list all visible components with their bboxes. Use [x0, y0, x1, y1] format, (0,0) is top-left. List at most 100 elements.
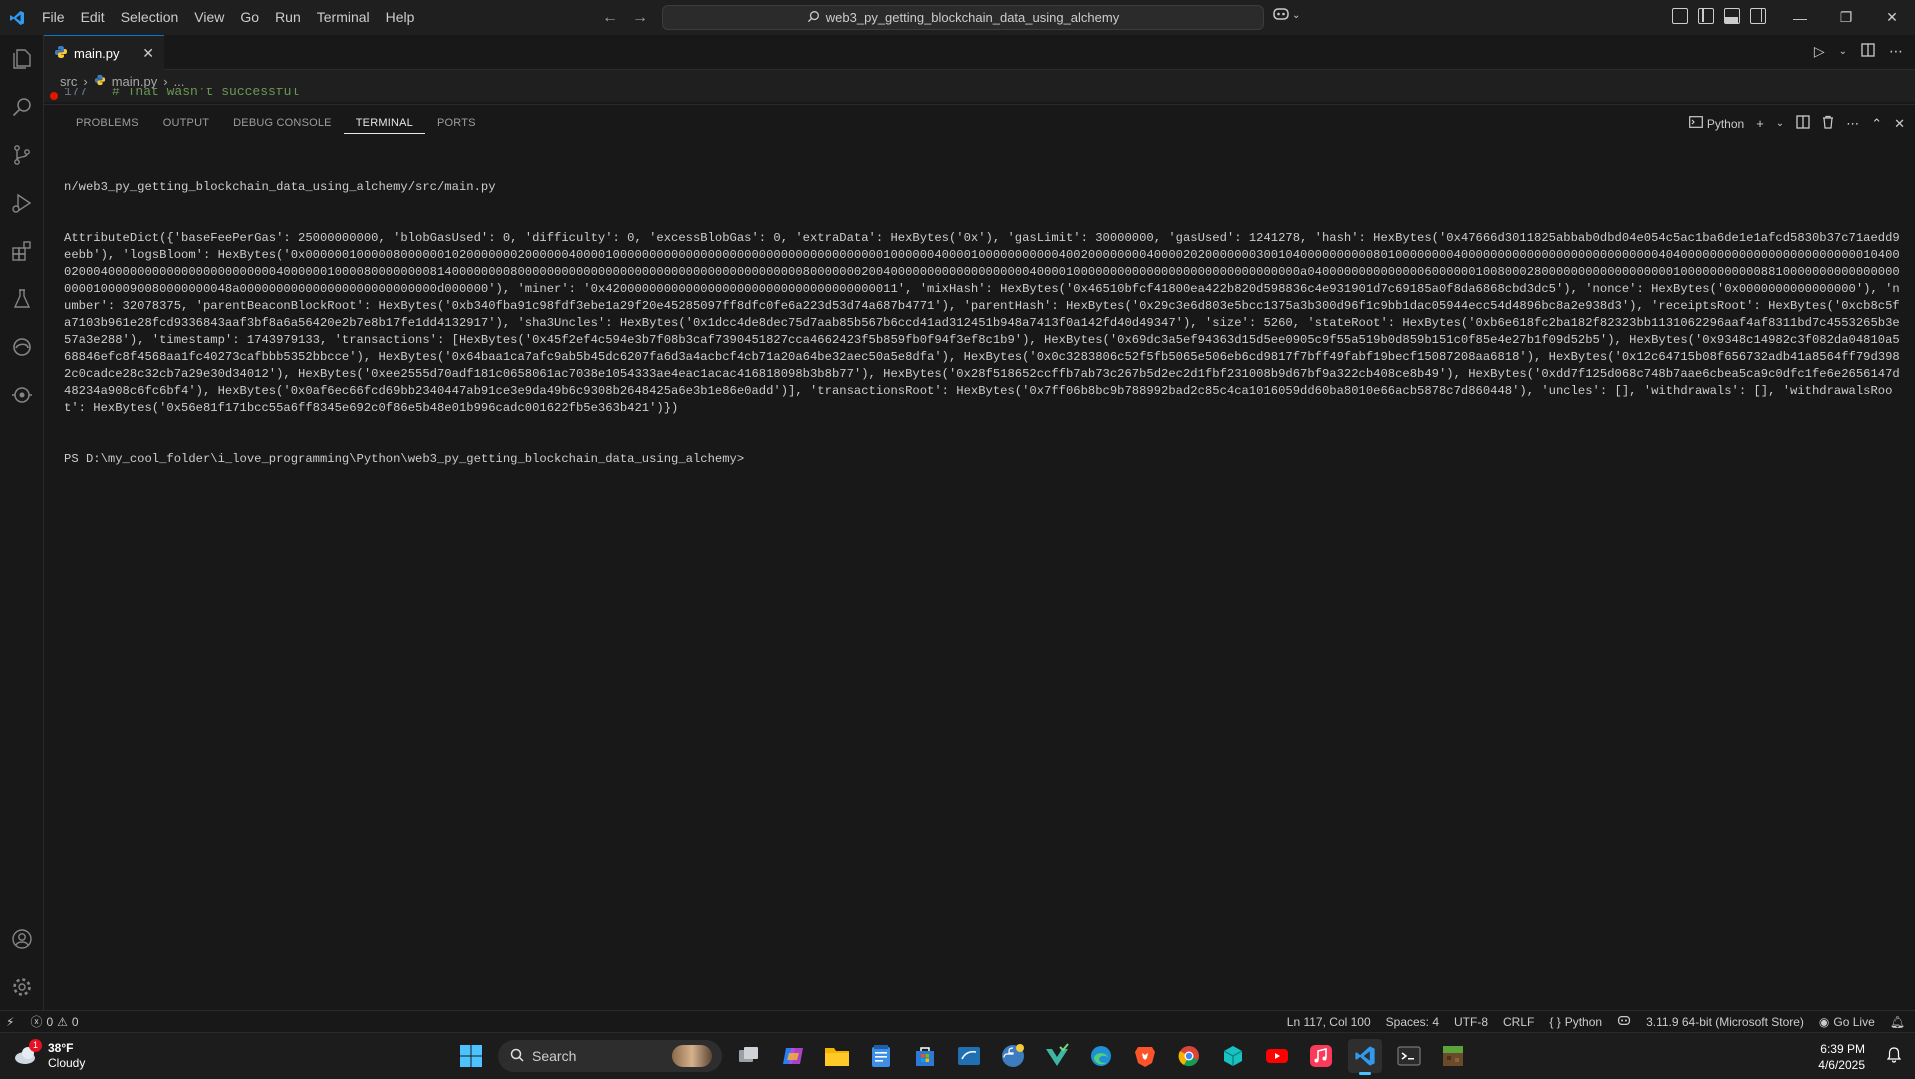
chevron-right-icon: ›	[83, 73, 88, 89]
close-tab-icon[interactable]: ✕	[142, 45, 154, 62]
copilot-app-icon[interactable]	[776, 1039, 810, 1073]
microsoft-store-icon[interactable]	[908, 1039, 942, 1073]
problems-indicator[interactable]: ⓧ 0 ⚠ 0	[30, 1013, 78, 1030]
trash-icon[interactable]	[1822, 115, 1834, 132]
more-actions-icon[interactable]: ⋯	[1846, 116, 1859, 132]
edge-devtools-icon[interactable]	[8, 333, 36, 361]
run-debug-icon[interactable]	[8, 189, 36, 217]
tab-terminal[interactable]: TERMINAL	[343, 113, 425, 134]
copilot-icon	[1272, 7, 1290, 24]
testing-icon[interactable]	[8, 285, 36, 313]
tab-ports[interactable]: PORTS	[425, 113, 488, 134]
explorer-icon[interactable]	[8, 45, 36, 73]
copilot-status-icon[interactable]	[1617, 1015, 1631, 1029]
remote-indicator-icon[interactable]: ⚡	[6, 1015, 14, 1029]
terminal-app-icon[interactable]	[1392, 1039, 1426, 1073]
menu-edit[interactable]: Edit	[73, 0, 113, 35]
minecraft-icon[interactable]	[1436, 1039, 1470, 1073]
source-control-icon[interactable]	[8, 141, 36, 169]
maximize-panel-icon[interactable]: ⌃	[1871, 116, 1882, 132]
terminal-output[interactable]: n/web3_py_getting_blockchain_data_using_…	[64, 145, 1900, 502]
system-clock[interactable]: 6:39 PM 4/6/2025	[1818, 1041, 1865, 1073]
tab-main-py[interactable]: main.py ✕	[44, 35, 164, 70]
command-center-search[interactable]: web3_py_getting_blockchain_data_using_al…	[662, 5, 1264, 30]
chrome-browser-icon[interactable]	[1172, 1039, 1206, 1073]
vim-checkmark-app-icon[interactable]	[1040, 1039, 1074, 1073]
menu-selection[interactable]: Selection	[113, 0, 187, 35]
notification-center-icon[interactable]	[1886, 1047, 1902, 1066]
breadcrumb-symbol[interactable]: ...	[174, 74, 185, 89]
cube-app-icon[interactable]	[1216, 1039, 1250, 1073]
minimize-icon[interactable]: —	[1777, 0, 1823, 35]
menu-terminal[interactable]: Terminal	[309, 0, 378, 35]
go-live-button[interactable]: ◉ Go Live	[1819, 1015, 1875, 1029]
windows-start-icon[interactable]	[454, 1039, 488, 1073]
toggle-secondary-sidebar-icon[interactable]	[1750, 8, 1766, 24]
account-icon[interactable]	[8, 925, 36, 953]
code-comment: # That wasn't successful	[112, 88, 300, 99]
tab-output[interactable]: OUTPUT	[151, 113, 221, 134]
edge-browser-icon[interactable]	[1084, 1039, 1118, 1073]
chevron-down-icon: ⌄	[1292, 10, 1301, 21]
settings-gear-icon[interactable]	[8, 973, 36, 1001]
menu-view[interactable]: View	[186, 0, 232, 35]
apple-music-icon[interactable]	[1304, 1039, 1338, 1073]
breadcrumb-src[interactable]: src	[60, 74, 77, 89]
cursor-position[interactable]: Ln 117, Col 100	[1287, 1015, 1371, 1029]
remote-explorer-icon[interactable]	[8, 381, 36, 409]
python-idle-icon[interactable]	[996, 1039, 1030, 1073]
task-view-icon[interactable]	[732, 1039, 766, 1073]
mysql-workbench-icon[interactable]	[952, 1039, 986, 1073]
menu-file[interactable]: File	[34, 0, 73, 35]
terminal-profile[interactable]: Python	[1688, 116, 1744, 131]
notepad-icon[interactable]	[864, 1039, 898, 1073]
language-mode[interactable]: { } Python	[1549, 1015, 1602, 1029]
cloudy-weather-icon: 1	[12, 1038, 42, 1070]
toggle-panel-icon[interactable]	[1724, 8, 1740, 24]
notifications-bell-icon[interactable]: 🔔︎	[1890, 1015, 1905, 1029]
close-panel-icon[interactable]: ✕	[1894, 116, 1905, 132]
close-window-icon[interactable]: ✕	[1869, 0, 1915, 35]
search-icon	[807, 10, 820, 26]
brave-browser-icon[interactable]	[1128, 1039, 1162, 1073]
new-terminal-icon[interactable]: +	[1756, 116, 1764, 131]
encoding[interactable]: UTF-8	[1454, 1015, 1488, 1029]
menu-go[interactable]: Go	[232, 0, 267, 35]
split-terminal-icon[interactable]	[1796, 115, 1810, 132]
youtube-icon[interactable]	[1260, 1039, 1294, 1073]
weather-widget[interactable]: 1 38°F Cloudy	[12, 1038, 85, 1071]
tab-problems[interactable]: PROBLEMS	[64, 113, 151, 134]
editor-tab-bar: main.py ✕ ▷ ⌄ ⋯	[44, 35, 1915, 70]
chevron-down-icon[interactable]: ⌄	[1839, 46, 1847, 57]
forward-arrow-icon[interactable]: →	[632, 9, 648, 27]
toggle-primary-sidebar-icon[interactable]	[1698, 8, 1714, 24]
warning-icon: ⚠	[57, 1014, 68, 1029]
error-icon: ⓧ	[30, 1015, 43, 1029]
clock-date: 4/6/2025	[1818, 1058, 1865, 1072]
tab-debug-console[interactable]: DEBUG CONSOLE	[221, 113, 344, 134]
search-icon[interactable]	[8, 93, 36, 121]
terminal-line: AttributeDict({'baseFeePerGas': 25000000…	[64, 231, 1900, 415]
line-number: 177	[64, 88, 88, 99]
split-editor-icon[interactable]	[1861, 43, 1875, 60]
taskbar-search-box[interactable]: Search	[498, 1040, 722, 1072]
menu-help[interactable]: Help	[378, 0, 423, 35]
broadcast-icon: ◉	[1818, 1015, 1830, 1029]
copilot-button[interactable]: ⌄	[1272, 7, 1300, 24]
editor-code-line[interactable]: 177 # That wasn't successful	[44, 88, 1915, 102]
more-actions-icon[interactable]: ⋯	[1889, 43, 1903, 60]
customize-layout-icon[interactable]	[1672, 8, 1688, 24]
line-ending[interactable]: CRLF	[1503, 1015, 1534, 1029]
chevron-down-icon[interactable]: ⌄	[1776, 118, 1784, 129]
extensions-icon[interactable]	[8, 237, 36, 265]
breadcrumb-file[interactable]: main.py	[112, 74, 158, 89]
run-python-file-icon[interactable]: ▷	[1814, 43, 1825, 60]
file-explorer-icon[interactable]	[820, 1039, 854, 1073]
menu-run[interactable]: Run	[267, 0, 309, 35]
back-arrow-icon[interactable]: ←	[602, 9, 618, 27]
python-interpreter[interactable]: 3.11.9 64-bit (Microsoft Store)	[1646, 1015, 1804, 1029]
indentation[interactable]: Spaces: 4	[1386, 1015, 1439, 1029]
vscode-app-icon[interactable]	[1348, 1039, 1382, 1075]
restore-icon[interactable]: ❐	[1823, 0, 1869, 35]
breakpoint-dot-icon[interactable]	[50, 92, 58, 100]
